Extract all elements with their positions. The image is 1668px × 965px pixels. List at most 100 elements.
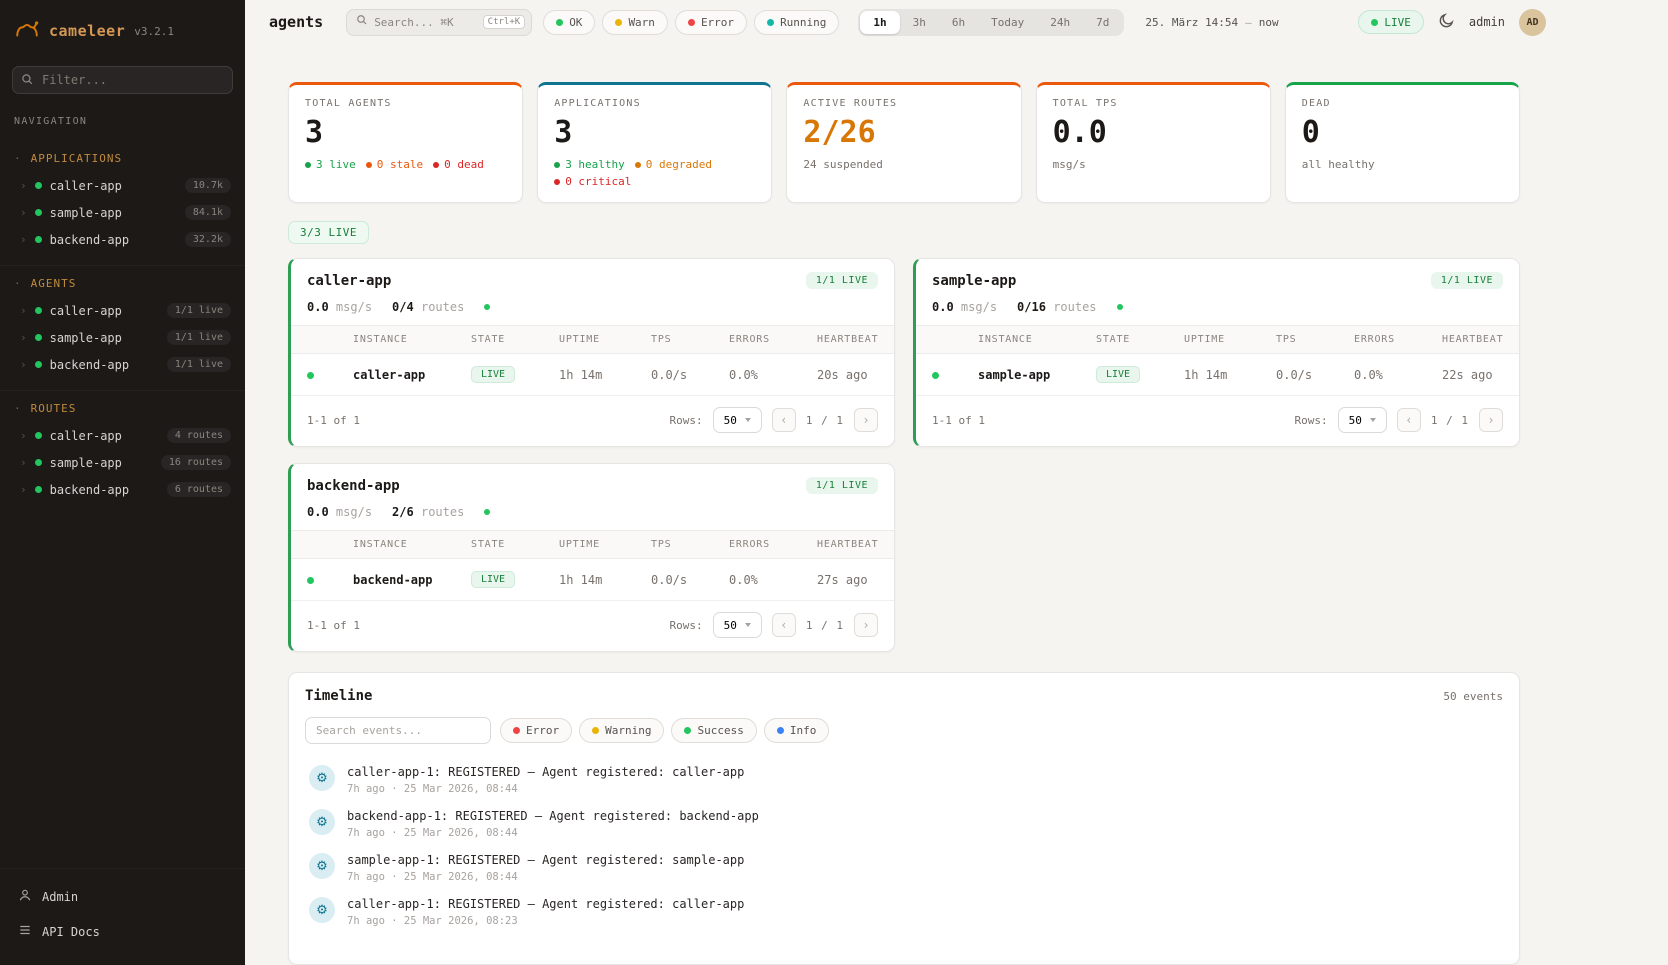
chevron-down-icon xyxy=(1370,418,1376,422)
range-6h[interactable]: 6h xyxy=(939,11,978,34)
instance-row[interactable]: caller-app LIVE 1h 14m 0.0/s 0.0% 20s ag… xyxy=(291,354,894,396)
app-live-badge: 1/1 LIVE xyxy=(1431,272,1503,289)
timeline-event[interactable]: ⚙ backend-app-1: REGISTERED — Agent regi… xyxy=(305,802,1503,846)
sidebar-item-agent[interactable]: › sample-app 1/1 live xyxy=(0,324,245,351)
status-filter-pill[interactable]: Running xyxy=(754,10,839,35)
search-icon xyxy=(21,73,34,90)
sidebar-filter-input[interactable] xyxy=(12,66,233,94)
range-text: 1-1 of 1 xyxy=(307,414,360,427)
timeline-event[interactable]: ⚙ sample-app-1: REGISTERED — Agent regis… xyxy=(305,846,1503,890)
prev-page-button[interactable]: ‹ xyxy=(772,408,796,432)
event-list: ⚙ caller-app-1: REGISTERED — Agent regis… xyxy=(305,758,1503,964)
prev-page-button[interactable]: ‹ xyxy=(1397,408,1421,432)
section-header-agents[interactable]: · AGENTS xyxy=(0,270,245,297)
status-dot-icon xyxy=(35,486,42,493)
event-timestamp: 7h ago · 25 Mar 2026, 08:44 xyxy=(347,871,744,883)
event-filter-label: Success xyxy=(697,724,743,737)
sidebar-item-badge: 10.7k xyxy=(185,178,231,193)
status-filter-pill[interactable]: OK xyxy=(543,10,595,35)
rows-label: Rows: xyxy=(1295,414,1328,427)
sidebar-item-badge: 6 routes xyxy=(167,482,231,497)
app-card-stats: 0.0 msg/s 0/16 routes xyxy=(916,297,1519,326)
health-dot-icon xyxy=(484,304,490,310)
date-range[interactable]: 25. März 14:54 — now xyxy=(1145,16,1278,29)
section-header-applications[interactable]: · APPLICATIONS xyxy=(0,145,245,172)
range-24h[interactable]: 24h xyxy=(1037,11,1083,34)
event-filter-pill[interactable]: Success xyxy=(671,718,756,743)
sidebar-item-application[interactable]: › backend-app 32.2k xyxy=(0,226,245,253)
stat-value: 3 xyxy=(305,116,506,149)
sidebar-item-application[interactable]: › caller-app 10.7k xyxy=(0,172,245,199)
status-dot-icon xyxy=(433,162,439,168)
instance-row[interactable]: sample-app LIVE 1h 14m 0.0/s 0.0% 22s ag… xyxy=(916,354,1519,396)
chevron-right-icon: › xyxy=(20,206,27,219)
column-header: ERRORS xyxy=(729,334,817,345)
next-page-button[interactable]: › xyxy=(854,408,878,432)
instance-row[interactable]: backend-app LIVE 1h 14m 0.0/s 0.0% 27s a… xyxy=(291,559,894,601)
rows-value: 50 xyxy=(724,414,737,427)
sidebar-item-route[interactable]: › sample-app 16 routes xyxy=(0,449,245,476)
status-dot-icon xyxy=(35,459,42,466)
sidebar-item-route[interactable]: › backend-app 6 routes xyxy=(0,476,245,503)
event-filter-pill[interactable]: Warning xyxy=(579,718,664,743)
admin-link[interactable]: Admin xyxy=(12,881,233,912)
app-card-header: backend-app 1/1 LIVE xyxy=(291,464,894,502)
event-filter-pill[interactable]: Error xyxy=(500,718,572,743)
app-logo[interactable]: cameleer v3.2.1 xyxy=(0,0,245,54)
page-indicator: 1 / 1 xyxy=(1431,414,1469,427)
uptime-cell: 1h 14m xyxy=(1184,368,1276,382)
sidebar-item-agent[interactable]: › caller-app 1/1 live xyxy=(0,297,245,324)
dark-mode-toggle[interactable] xyxy=(1438,12,1455,32)
status-filter-pill[interactable]: Warn xyxy=(602,10,668,35)
tps-cell: 0.0/s xyxy=(1276,368,1354,382)
global-search-input[interactable] xyxy=(374,16,476,29)
heartbeat-cell: 22s ago xyxy=(1442,368,1503,382)
instance-name: backend-app xyxy=(353,573,471,587)
avatar[interactable]: AD xyxy=(1519,9,1546,36)
next-page-button[interactable]: › xyxy=(1479,408,1503,432)
status-dot-icon xyxy=(635,162,641,168)
status-color-dot-icon xyxy=(767,19,774,26)
stat-label: TOTAL TPS xyxy=(1053,98,1254,109)
range-today[interactable]: Today xyxy=(978,11,1037,34)
app-card-footer: 1-1 of 1 Rows: 50 ‹ 1 / 1 › xyxy=(916,396,1519,446)
app-card: backend-app 1/1 LIVE 0.0 msg/s 2/6 route… xyxy=(288,463,895,652)
rows-per-page-select[interactable]: 50 xyxy=(1338,407,1387,433)
sidebar-item-route[interactable]: › caller-app 4 routes xyxy=(0,422,245,449)
events-search-input[interactable] xyxy=(305,717,491,744)
chevron-right-icon: › xyxy=(20,179,27,192)
app-version: v3.2.1 xyxy=(134,25,174,38)
status-dot-icon xyxy=(305,162,311,168)
global-search[interactable]: Ctrl+K xyxy=(346,9,532,36)
prev-page-button[interactable]: ‹ xyxy=(772,613,796,637)
instance-name: caller-app xyxy=(353,368,471,382)
timeline-event[interactable]: ⚙ caller-app-1: REGISTERED — Agent regis… xyxy=(305,890,1503,934)
section-header-routes[interactable]: · ROUTES xyxy=(0,395,245,422)
timeline-event[interactable]: ⚙ caller-app-1: REGISTERED — Agent regis… xyxy=(305,758,1503,802)
range-3h[interactable]: 3h xyxy=(900,11,939,34)
api-docs-link[interactable]: API Docs xyxy=(12,916,233,947)
stat-card-total-tps: TOTAL TPS 0.0 msg/s xyxy=(1036,82,1271,203)
range-1h[interactable]: 1h xyxy=(860,11,899,34)
range-7d[interactable]: 7d xyxy=(1083,11,1122,34)
sidebar-item-application[interactable]: › sample-app 84.1k xyxy=(0,199,245,226)
live-status-badge[interactable]: LIVE xyxy=(1358,10,1424,34)
status-filter-pill[interactable]: Error xyxy=(675,10,747,35)
sidebar-item-agent[interactable]: › backend-app 1/1 live xyxy=(0,351,245,378)
gear-icon: ⚙ xyxy=(309,765,335,791)
sidebar-item-badge: 84.1k xyxy=(185,205,231,220)
rows-value: 50 xyxy=(1349,414,1362,427)
app-root: cameleer v3.2.1 NAVIGATION · APPLICATION… xyxy=(0,0,1668,965)
user-name[interactable]: admin xyxy=(1469,15,1505,29)
next-page-button[interactable]: › xyxy=(854,613,878,637)
rows-per-page-select[interactable]: 50 xyxy=(713,407,762,433)
rows-per-page-select[interactable]: 50 xyxy=(713,612,762,638)
stat-value: 2/26 xyxy=(803,116,1004,149)
person-icon xyxy=(18,888,32,905)
main-area: agents Ctrl+K OK Warn xyxy=(245,0,1668,965)
stat-card-applications: APPLICATIONS 3 3 healthy 0 degraded 0 cr… xyxy=(537,82,772,203)
event-title: backend-app-1: REGISTERED — Agent regist… xyxy=(347,809,759,823)
event-filter-pill[interactable]: Info xyxy=(764,718,830,743)
app-card-stats: 0.0 msg/s 0/4 routes xyxy=(291,297,894,326)
content: TOTAL AGENTS 3 3 live 0 stale 0 dead APP… xyxy=(245,44,1668,965)
